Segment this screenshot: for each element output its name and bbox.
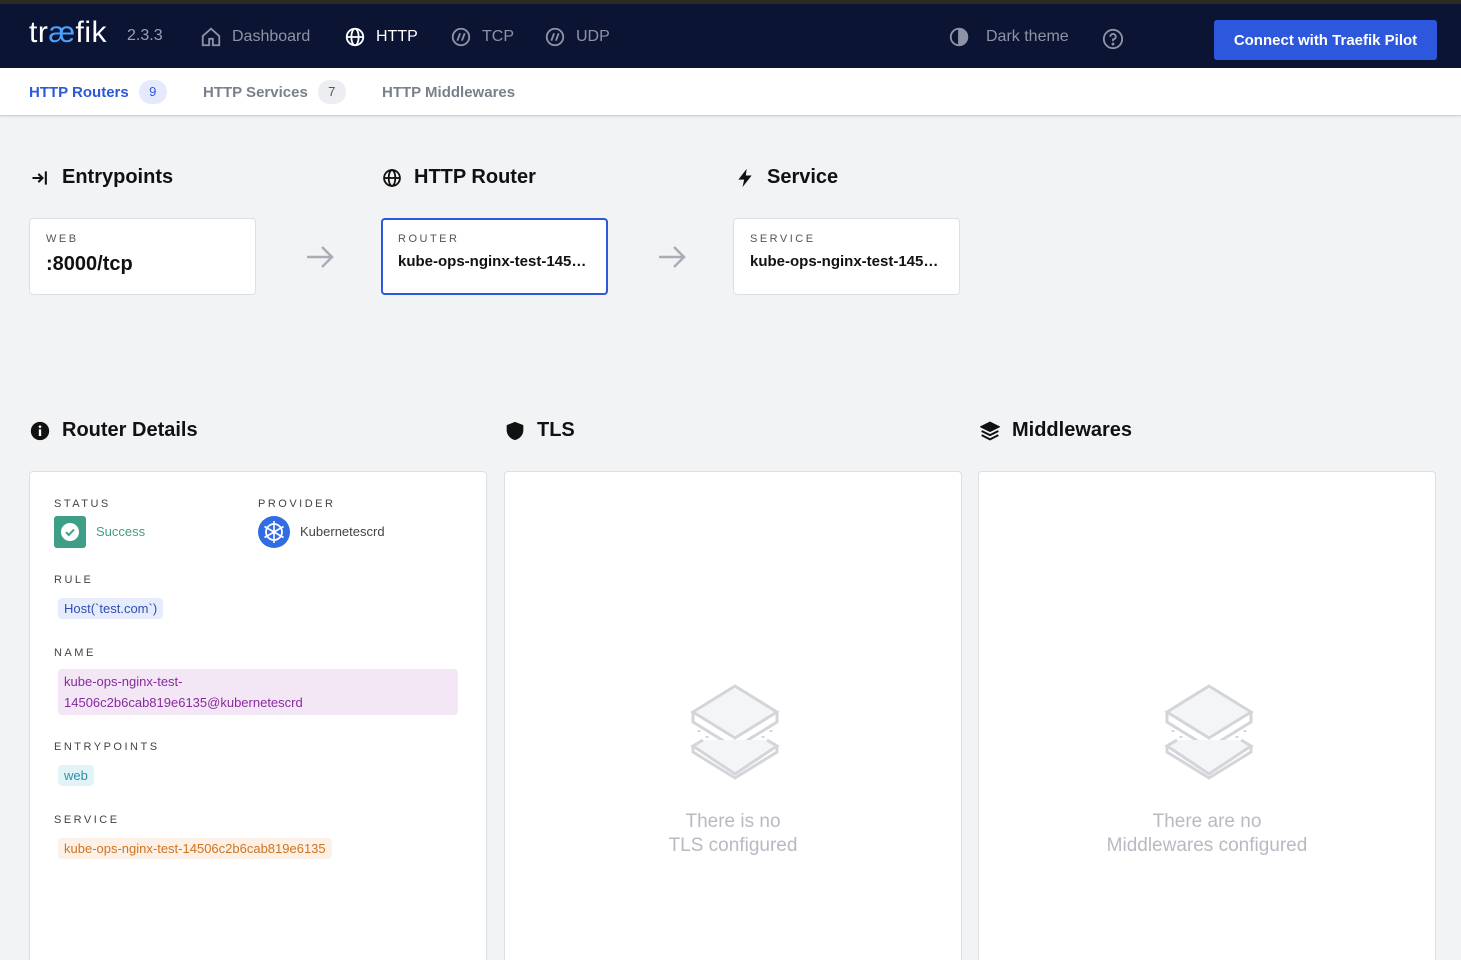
tls-title: TLS: [505, 419, 575, 442]
connect-pilot-button[interactable]: Connect with Traefik Pilot: [1214, 20, 1437, 60]
service-label: SERVICE: [54, 814, 120, 826]
service-card-label: SERVICE: [750, 233, 816, 245]
name-chip-line1: kube-ops-nginx-test-: [64, 674, 183, 689]
kubernetes-icon: [258, 516, 290, 548]
name-chip: kube-ops-nginx-test- 14506c2b6cab819e613…: [58, 669, 458, 715]
logo-ae: æ: [48, 16, 76, 49]
tab-http-middlewares[interactable]: HTTP Middlewares: [382, 68, 515, 116]
tls-empty-line1: There is no: [685, 811, 781, 832]
tab-http-services[interactable]: HTTP Services 7: [203, 68, 346, 116]
dark-theme-toggle[interactable]: Dark theme: [948, 22, 1069, 52]
sign-in-icon: [32, 170, 47, 185]
middlewares-panel: There are no Middlewares configured: [978, 471, 1436, 960]
globe-icon: [383, 168, 401, 187]
middlewares-empty-line2: Middlewares configured: [1106, 835, 1308, 856]
globe-icon: [345, 27, 365, 47]
shield-icon: [506, 421, 524, 440]
service-card-value: kube-ops-nginx-test-14506c2b6cab819e6135: [750, 253, 943, 270]
router-details-title: Router Details: [30, 419, 198, 442]
version-label: 2.3.3: [127, 27, 163, 44]
empty-layers-icon: [1164, 684, 1254, 780]
router-card-label: ROUTER: [398, 233, 460, 245]
nav-http[interactable]: HTTP: [344, 22, 418, 52]
name-label: NAME: [54, 647, 96, 659]
top-bar: træfik 2.3.3 Dashboard HTTP TCP UDP Dark…: [0, 0, 1461, 68]
layers-icon: [980, 421, 1000, 440]
nav-tcp-label: TCP: [482, 28, 514, 45]
home-icon: [201, 27, 221, 47]
tls-empty-text: There is no TLS configured: [505, 810, 961, 858]
tls-empty-line2: TLS configured: [668, 835, 798, 856]
help-icon[interactable]: [1102, 28, 1124, 50]
entrypoint-card[interactable]: WEB :8000/tcp: [29, 218, 256, 295]
rule-label: RULE: [54, 574, 94, 586]
traefik-logo[interactable]: træfik: [29, 16, 107, 50]
middlewares-title-text: Middlewares: [1012, 419, 1133, 441]
check-circle-icon: [61, 523, 79, 541]
provider-label: PROVIDER: [258, 498, 336, 510]
name-chip-line2: 14506c2b6cab819e6135@kubernetescrd: [64, 695, 303, 710]
service-title-text: Service: [767, 166, 839, 188]
nav-dashboard[interactable]: Dashboard: [200, 22, 310, 52]
http-router-title: HTTP Router: [382, 166, 536, 189]
service-title: Service: [735, 166, 838, 189]
services-count-badge: 7: [317, 80, 346, 104]
entrypoint-card-value: :8000/tcp: [46, 253, 133, 275]
nav-udp[interactable]: UDP: [544, 22, 610, 52]
middlewares-title: Middlewares: [980, 419, 1132, 442]
logo-prefix: tr: [29, 16, 49, 49]
bolt-icon: [738, 168, 752, 187]
middlewares-empty-text: There are no Middlewares configured: [979, 810, 1435, 858]
empty-layers-icon: [690, 684, 780, 780]
tls-panel: There is no TLS configured: [504, 471, 962, 960]
dark-theme-label: Dark theme: [986, 28, 1069, 45]
tab-http-routers[interactable]: HTTP Routers 9: [29, 68, 167, 116]
nav-tcp[interactable]: TCP: [450, 22, 514, 52]
service-chip: kube-ops-nginx-test-14506c2b6cab819e6135: [58, 838, 332, 859]
status-label: STATUS: [54, 498, 111, 510]
tcp-icon: [451, 27, 471, 47]
rule-chip: Host(`test.com`): [58, 598, 164, 619]
entrypoints-title-text: Entrypoints: [62, 166, 174, 188]
routers-count-badge: 9: [138, 80, 167, 104]
nav-udp-label: UDP: [576, 28, 610, 45]
tab-http-services-label: HTTP Services: [203, 83, 308, 101]
logo-suffix: fik: [75, 16, 108, 49]
tls-title-text: TLS: [537, 419, 575, 441]
tab-http-routers-label: HTTP Routers: [29, 83, 129, 101]
droplet-icon: [949, 27, 969, 47]
http-router-title-text: HTTP Router: [414, 166, 536, 188]
router-card[interactable]: ROUTER kube-ops-nginx-test-14506c2b6cab8…: [381, 218, 608, 295]
service-card[interactable]: SERVICE kube-ops-nginx-test-14506c2b6cab…: [733, 218, 960, 295]
status-value: Success: [96, 524, 146, 539]
provider-value: Kubernetescrd: [300, 524, 385, 539]
middlewares-empty-line1: There are no: [1152, 811, 1262, 832]
entrypoint-card-label: WEB: [46, 233, 79, 245]
router-details-panel: STATUS Success PROVIDER Kubernetescrd RU…: [29, 471, 487, 960]
arrow-right-icon: [659, 246, 686, 268]
info-icon: [30, 421, 50, 440]
nav-dashboard-label: Dashboard: [232, 28, 311, 45]
entrypoints-title: Entrypoints: [30, 166, 173, 189]
tab-http-middlewares-label: HTTP Middlewares: [382, 83, 516, 101]
entrypoints-chip: web: [58, 765, 94, 786]
router-details-title-text: Router Details: [62, 419, 198, 441]
status-badge: [54, 516, 86, 548]
entrypoints-label: ENTRYPOINTS: [54, 741, 160, 753]
arrow-right-icon: [307, 246, 334, 268]
udp-icon: [545, 27, 565, 47]
sub-nav: HTTP Routers 9 HTTP Services 7 HTTP Midd…: [0, 68, 1461, 116]
router-card-value: kube-ops-nginx-test-14506c2b6cab819e6135…: [398, 253, 591, 270]
nav-http-label: HTTP: [376, 28, 418, 45]
